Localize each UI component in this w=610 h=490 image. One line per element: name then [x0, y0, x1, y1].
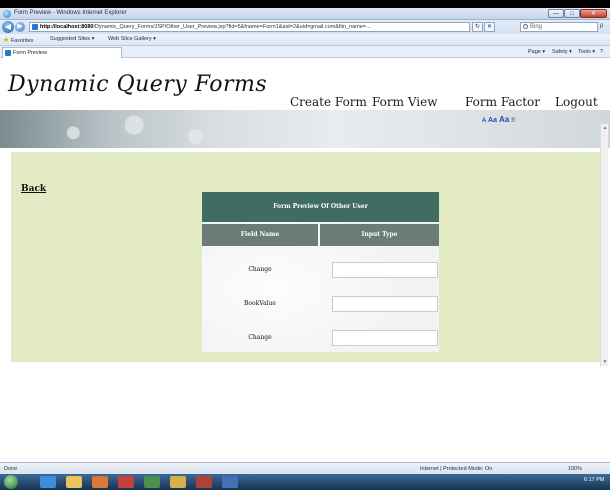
page-menu[interactable]: Page ▾: [528, 49, 545, 55]
ie-logo-icon: [3, 10, 11, 18]
tab-bar: Form Preview Page ▾ Safety ▾ Tools ▾ ?: [0, 46, 610, 58]
star-icon: ★: [3, 37, 10, 44]
tab-label: Form Preview: [13, 50, 47, 56]
window-title-bar: Form Preview - Windows Internet Explorer…: [0, 8, 610, 20]
windows-taskbar: 6:17 PM: [0, 474, 610, 490]
content-panel: Back Form Preview Of Other User Field Na…: [11, 152, 607, 362]
text-size-reset[interactable]: !!: [511, 118, 515, 124]
suggested-sites-link[interactable]: Suggested Sites ▾: [50, 36, 94, 42]
refresh-button[interactable]: ↻: [472, 22, 483, 32]
search-placeholder: Bing: [530, 24, 543, 30]
menu-form-factor[interactable]: Form Factor: [465, 95, 540, 109]
web-slice-gallery-link[interactable]: Web Slice Gallery ▾: [108, 36, 156, 42]
back-button[interactable]: ◀: [2, 21, 14, 33]
form-preview-heading: Form Preview Of Other User: [202, 192, 439, 222]
text-size-a[interactable]: A: [482, 118, 486, 124]
top-black-strip: [0, 0, 610, 8]
search-input[interactable]: Bing: [520, 22, 598, 32]
status-bar: Done Internet | Protected Mode: On 100%: [0, 462, 610, 474]
url-path: /Dynamic_Query_Forms/JSP/Other_User_Prev…: [93, 24, 371, 30]
page-icon: [5, 50, 11, 56]
window-title: Form Preview - Windows Internet Explorer: [14, 10, 127, 16]
status-text: Done: [4, 466, 18, 472]
favorites-button[interactable]: ★ Favorites: [3, 36, 33, 44]
address-toolbar: ◀ ▶ http://localhost:8080/Dynamic_Query_…: [0, 20, 610, 34]
ie-taskbar-icon[interactable]: [40, 476, 56, 488]
field-name-label: Change: [248, 266, 272, 273]
start-button-icon[interactable]: [4, 475, 18, 489]
minimize-button[interactable]: —: [548, 9, 564, 18]
explorer-taskbar-icon[interactable]: [66, 476, 82, 488]
forward-button[interactable]: ▶: [15, 22, 25, 32]
taskbar-clock: 6:17 PM: [584, 477, 605, 483]
help-menu[interactable]: ?: [600, 49, 603, 55]
search-icon: [523, 24, 528, 29]
menu-create-form[interactable]: Create Form: [290, 95, 367, 109]
form-preview-card: Form Preview Of Other User Field Name In…: [202, 192, 439, 352]
field-input-change-2[interactable]: [332, 330, 438, 346]
column-header-field-name: Field Name: [202, 224, 318, 246]
app-taskbar-icon-2[interactable]: [144, 476, 160, 488]
address-input[interactable]: http://localhost:8080/Dynamic_Query_Form…: [29, 22, 470, 32]
safety-menu[interactable]: Safety ▾: [552, 49, 572, 55]
app-taskbar-icon-4[interactable]: [196, 476, 212, 488]
app-taskbar-icon-5[interactable]: [222, 476, 238, 488]
media-taskbar-icon[interactable]: [92, 476, 108, 488]
field-name-label: BookValue: [244, 300, 276, 307]
field-name-label: Change: [248, 334, 272, 341]
stop-button[interactable]: ✕: [484, 22, 495, 32]
maximize-button[interactable]: □: [564, 9, 580, 18]
search-go-button[interactable]: ρ: [600, 23, 603, 29]
app-taskbar-icon[interactable]: [118, 476, 134, 488]
back-link[interactable]: Back: [21, 184, 46, 194]
site-title: Dynamic Query Forms: [8, 72, 268, 97]
zoom-level[interactable]: 100%: [568, 466, 582, 472]
menu-form-view[interactable]: Form View: [372, 95, 438, 109]
tools-menu[interactable]: Tools ▾: [578, 49, 595, 55]
close-button[interactable]: ✕: [580, 9, 607, 18]
text-size-aa-medium[interactable]: Aa: [488, 117, 497, 124]
tab-form-preview[interactable]: Form Preview: [2, 47, 122, 58]
favorites-bar: ★ Favorites Suggested Sites ▾ Web Slice …: [0, 34, 610, 46]
app-taskbar-icon-3[interactable]: [170, 476, 186, 488]
vertical-scrollbar[interactable]: ▲ ▼: [600, 124, 608, 366]
menu-logout[interactable]: Logout: [555, 95, 598, 109]
field-input-change[interactable]: [332, 262, 438, 278]
scroll-down-icon[interactable]: ▼: [601, 358, 609, 366]
web-page: Dynamic Query Forms Create Form Form Vie…: [0, 58, 610, 462]
security-zone: Internet | Protected Mode: On: [420, 466, 493, 472]
scroll-up-icon[interactable]: ▲: [601, 124, 609, 132]
page-icon: [32, 24, 38, 30]
field-input-bookvalue[interactable]: [332, 296, 438, 312]
column-header-input-type: Input Type: [320, 224, 439, 246]
favorites-label: Favorites: [10, 38, 34, 44]
url-host: http://localhost:8080: [40, 24, 94, 30]
header-banner: [0, 110, 610, 148]
text-size-controls: A Aa Aa !!: [482, 115, 515, 124]
text-size-aa-large[interactable]: Aa: [499, 115, 509, 124]
